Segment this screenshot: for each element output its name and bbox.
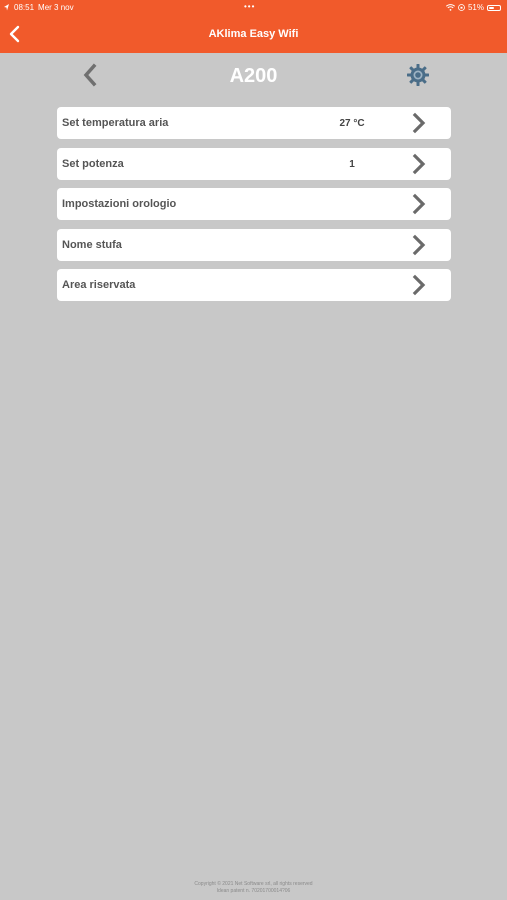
location-arrow-icon — [4, 4, 9, 11]
battery-percentage: 51% — [467, 3, 484, 12]
nav-bar: AKlima Easy Wifi — [0, 16, 507, 53]
menu-item-set-power[interactable]: Set potenza 1 — [57, 147, 451, 180]
battery-level — [489, 6, 495, 9]
menu-item-label: Nome stufa — [62, 238, 122, 251]
chevron-right-icon — [412, 153, 426, 174]
orientation-lock-icon — [458, 4, 465, 11]
menu-item-clock-settings[interactable]: Impostazioni orologio — [57, 188, 451, 220]
menu-item-label: Impostazioni orologio — [62, 198, 177, 210]
chevron-right-icon — [412, 112, 426, 134]
menu-item-value: 1 — [349, 158, 355, 170]
device-name: A200 — [229, 65, 278, 87]
status-left: 08:51 Mer 3 nov — [4, 3, 74, 12]
status-right: 51% — [445, 3, 501, 12]
menu-item-value: 27 °C — [339, 118, 365, 129]
menu-item-stove-name[interactable]: Nome stufa — [57, 228, 451, 261]
footer-copyright-line: Copyright © 2021 Net Software srl, all r… — [194, 881, 313, 887]
chevron-right-icon — [412, 274, 426, 296]
menu-item-label: Set potenza — [62, 157, 124, 170]
menu-item-label: Set temperatura aria — [62, 117, 169, 129]
footer-patent-line: Idean patent n. 70201700014?06 — [216, 888, 291, 894]
menu-item-label: Area riservata — [62, 279, 136, 291]
device-header: A200 — [0, 56, 507, 96]
footer-copyright: Copyright © 2021 Net Software srl, all r… — [0, 881, 507, 895]
chevron-right-icon — [412, 193, 426, 215]
chevron-right-icon — [412, 234, 426, 255]
settings-menu: Set temperatura aria 27 °C Set potenza 1… — [57, 107, 451, 310]
status-bar: 08:51 Mer 3 nov ••• 51% — [0, 0, 507, 16]
wifi-icon — [445, 4, 455, 11]
gear-icon[interactable] — [406, 63, 430, 87]
menu-item-reserved-area[interactable]: Area riservata — [57, 269, 451, 301]
multitasking-dots[interactable]: ••• — [244, 2, 255, 11]
status-date: Mer 3 nov — [38, 3, 74, 12]
status-time: 08:51 — [14, 3, 35, 12]
nav-title: AKlima Easy Wifi — [208, 28, 299, 40]
battery-icon — [487, 4, 501, 11]
menu-item-set-temperature[interactable]: Set temperatura aria 27 °C — [57, 107, 451, 139]
